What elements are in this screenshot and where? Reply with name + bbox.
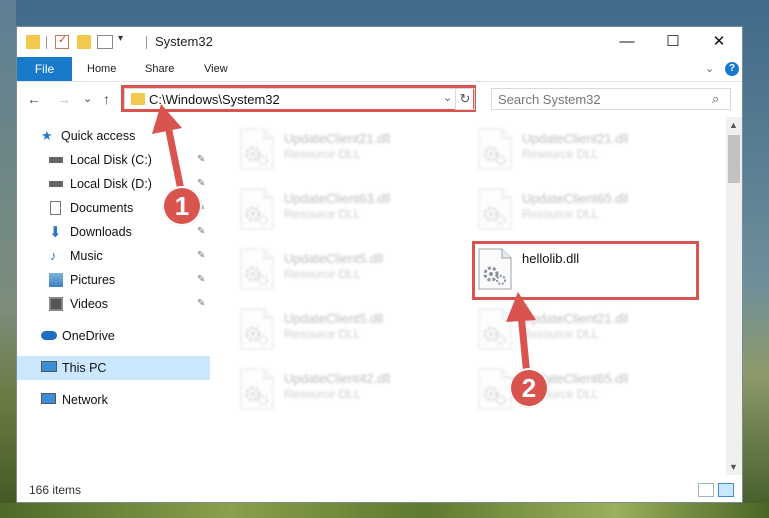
annotation-arrows [152, 104, 536, 380]
step-2-badge: 2 [509, 368, 549, 408]
step-1-badge: 1 [162, 186, 202, 226]
